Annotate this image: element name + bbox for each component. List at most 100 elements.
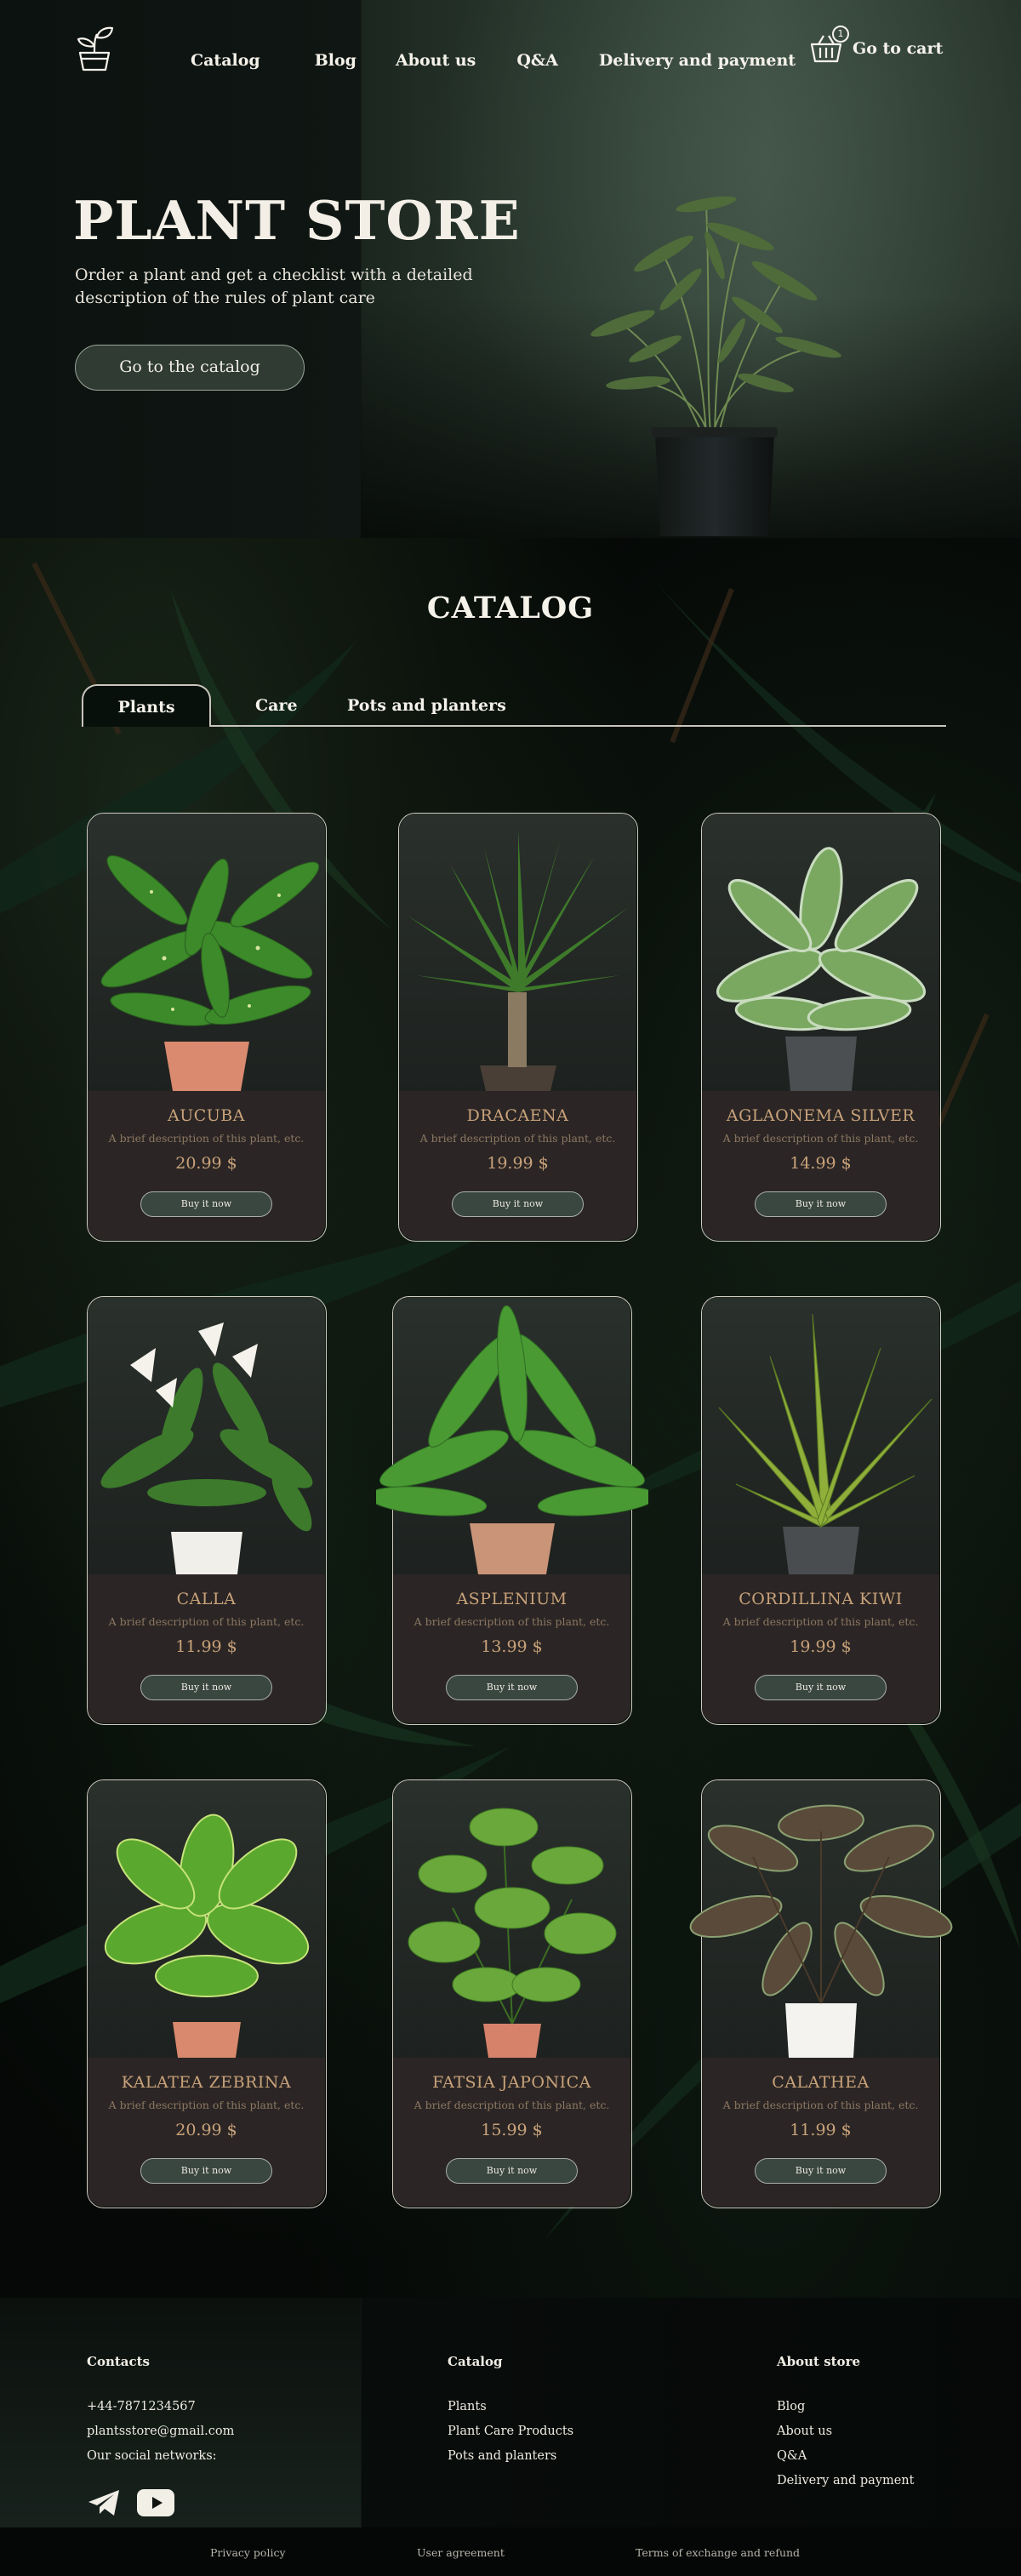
product-card[interactable]: CALLA A brief description of this plant,… bbox=[87, 1296, 327, 1725]
product-description: A brief description of this plant, etc. bbox=[419, 1132, 616, 1145]
go-to-catalog-button[interactable]: Go to the catalog bbox=[75, 345, 305, 391]
product-card[interactable]: FATSIA JAPONICA A brief description of t… bbox=[392, 1779, 632, 2208]
cart-count-badge: 1 bbox=[832, 26, 849, 43]
buy-now-button[interactable]: Buy it now bbox=[755, 1675, 887, 1700]
product-name: ASPLENIUM bbox=[456, 1590, 568, 1608]
nav-link-blog[interactable]: Blog bbox=[315, 51, 356, 70]
tabs-divider bbox=[82, 725, 946, 727]
product-card[interactable]: AGLAONEMA SILVER A brief description of … bbox=[701, 813, 941, 1242]
product-card[interactable]: CORDILLINA KIWI A brief description of t… bbox=[701, 1296, 941, 1725]
product-name: KALATEA ZEBRINA bbox=[121, 2073, 292, 2092]
buy-now-button[interactable]: Buy it now bbox=[446, 2158, 578, 2184]
telegram-icon[interactable] bbox=[87, 2487, 121, 2518]
youtube-icon[interactable] bbox=[136, 2487, 175, 2518]
tab-care[interactable]: Care bbox=[255, 684, 298, 727]
product-price: 19.99 $ bbox=[790, 1637, 852, 1656]
product-image-kalatea-zebrina bbox=[88, 1780, 325, 2058]
buy-now-button[interactable]: Buy it now bbox=[446, 1675, 578, 1700]
footer-about-title: About store bbox=[777, 2354, 861, 2369]
cart-button[interactable]: 1 Go to cart bbox=[810, 26, 943, 63]
buy-now-button[interactable]: Buy it now bbox=[140, 2158, 272, 2184]
product-name: CALATHEA bbox=[772, 2073, 870, 2092]
product-name: CALLA bbox=[176, 1590, 237, 1608]
user-agreement-link[interactable]: User agreement bbox=[417, 2546, 505, 2559]
product-price: 20.99 $ bbox=[175, 2121, 237, 2139]
product-image-dracaena bbox=[399, 814, 636, 1091]
hero-title: PLANT STORE bbox=[73, 189, 521, 252]
product-image-fatsia-japonica bbox=[393, 1780, 630, 2058]
product-price: 14.99 $ bbox=[790, 1154, 852, 1173]
product-image-cordillina-kiwi bbox=[702, 1297, 939, 1574]
tab-pots-and-planters[interactable]: Pots and planters bbox=[347, 684, 506, 727]
product-card[interactable]: CALATHEA A brief description of this pla… bbox=[689, 1779, 953, 2208]
hero-subtitle: Order a plant and get a checklist with a… bbox=[75, 266, 473, 307]
product-info: KALATEA ZEBRINA A brief description of t… bbox=[88, 2058, 325, 2207]
product-description: A brief description of this plant, etc. bbox=[722, 2099, 919, 2111]
product-card[interactable]: DRACAENA A brief description of this pla… bbox=[398, 813, 638, 1242]
nav-link-delivery[interactable]: Delivery and payment bbox=[599, 51, 796, 70]
product-name: CORDILLINA KIWI bbox=[739, 1590, 903, 1608]
buy-now-button[interactable]: Buy it now bbox=[140, 1675, 272, 1700]
product-price: 13.99 $ bbox=[481, 1637, 543, 1656]
footer-link-delivery[interactable]: Delivery and payment bbox=[777, 2469, 914, 2493]
footer-about: About store Blog About us Q&A Delivery a… bbox=[777, 2354, 914, 2493]
buy-now-button[interactable]: Buy it now bbox=[140, 1191, 272, 1217]
product-name: AUCUBA bbox=[168, 1106, 245, 1125]
tab-plants[interactable]: Plants bbox=[82, 684, 211, 727]
footer-phone[interactable]: +44-7871234567 bbox=[87, 2395, 234, 2419]
top-nav: Catalog Blog About us Q&A Delivery and p… bbox=[0, 0, 1021, 119]
product-description: A brief description of this plant, etc. bbox=[108, 2099, 305, 2111]
product-image-asplenium bbox=[376, 1297, 648, 1574]
product-card[interactable]: KALATEA ZEBRINA A brief description of t… bbox=[87, 1779, 327, 2208]
product-name: DRACAENA bbox=[466, 1106, 569, 1125]
product-description: A brief description of this plant, etc. bbox=[108, 1132, 305, 1145]
buy-now-button[interactable]: Buy it now bbox=[452, 1191, 584, 1217]
product-card[interactable]: ASPLENIUM A brief description of this pl… bbox=[376, 1296, 648, 1725]
product-info: CALLA A brief description of this plant,… bbox=[88, 1574, 325, 1723]
product-image-calathea bbox=[689, 1780, 953, 2058]
footer-link-blog[interactable]: Blog bbox=[777, 2395, 914, 2419]
product-info: FATSIA JAPONICA A brief description of t… bbox=[393, 2058, 630, 2207]
footer-catalog: Catalog Plants Plant Care Products Pots … bbox=[448, 2354, 573, 2469]
nav-link-about-us[interactable]: About us bbox=[396, 51, 476, 70]
footer-link-pots-and-planters[interactable]: Pots and planters bbox=[448, 2444, 573, 2469]
product-description: A brief description of this plant, etc. bbox=[108, 1615, 305, 1628]
product-description: A brief description of this plant, etc. bbox=[414, 2099, 610, 2111]
product-price: 11.99 $ bbox=[175, 1637, 237, 1656]
footer-social-label: Our social networks: bbox=[87, 2449, 217, 2463]
product-description: A brief description of this plant, etc. bbox=[414, 1615, 610, 1628]
product-image-aucuba bbox=[88, 814, 325, 1091]
product-image-calla bbox=[88, 1297, 325, 1574]
footer-bottom-bar bbox=[0, 2527, 1021, 2576]
catalog-section: CATALOG Plants Care Pots and planters AU… bbox=[0, 538, 1021, 2298]
catalog-title: CATALOG bbox=[426, 591, 595, 625]
product-price: 19.99 $ bbox=[487, 1154, 549, 1173]
product-description: A brief description of this plant, etc. bbox=[722, 1132, 919, 1145]
product-card[interactable]: AUCUBA A brief description of this plant… bbox=[87, 813, 327, 1242]
terms-link[interactable]: Terms of exchange and refund bbox=[636, 2546, 800, 2559]
site-footer: Contacts +44-7871234567 plantsstore@gmai… bbox=[0, 2298, 1021, 2576]
product-price: 20.99 $ bbox=[175, 1154, 237, 1173]
footer-email[interactable]: plantsstore@gmail.com bbox=[87, 2419, 234, 2444]
footer-link-qa[interactable]: Q&A bbox=[777, 2444, 914, 2469]
product-image-aglaonema-silver bbox=[702, 814, 939, 1091]
product-info: DRACAENA A brief description of this pla… bbox=[399, 1091, 636, 1240]
cart-label: Go to cart bbox=[853, 39, 944, 58]
hero-section: Catalog Blog About us Q&A Delivery and p… bbox=[0, 0, 1021, 538]
product-info: ASPLENIUM A brief description of this pl… bbox=[393, 1574, 630, 1723]
footer-link-about-us[interactable]: About us bbox=[777, 2419, 914, 2444]
footer-link-plant-care-products[interactable]: Plant Care Products bbox=[448, 2419, 573, 2444]
product-info: CORDILLINA KIWI A brief description of t… bbox=[702, 1574, 939, 1723]
footer-contacts-title: Contacts bbox=[87, 2354, 151, 2369]
buy-now-button[interactable]: Buy it now bbox=[755, 2158, 887, 2184]
nav-links: Catalog Blog About us Q&A Delivery and p… bbox=[191, 51, 796, 70]
logo-plant-icon[interactable] bbox=[73, 26, 116, 71]
privacy-policy-link[interactable]: Privacy policy bbox=[210, 2546, 286, 2559]
nav-link-qa[interactable]: Q&A bbox=[516, 51, 557, 70]
product-name: FATSIA JAPONICA bbox=[432, 2073, 591, 2092]
basket-icon: 1 bbox=[810, 26, 849, 63]
nav-link-catalog[interactable]: Catalog bbox=[191, 51, 260, 70]
footer-link-plants[interactable]: Plants bbox=[448, 2395, 573, 2419]
product-info: CALATHEA A brief description of this pla… bbox=[702, 2058, 939, 2207]
buy-now-button[interactable]: Buy it now bbox=[755, 1191, 887, 1217]
